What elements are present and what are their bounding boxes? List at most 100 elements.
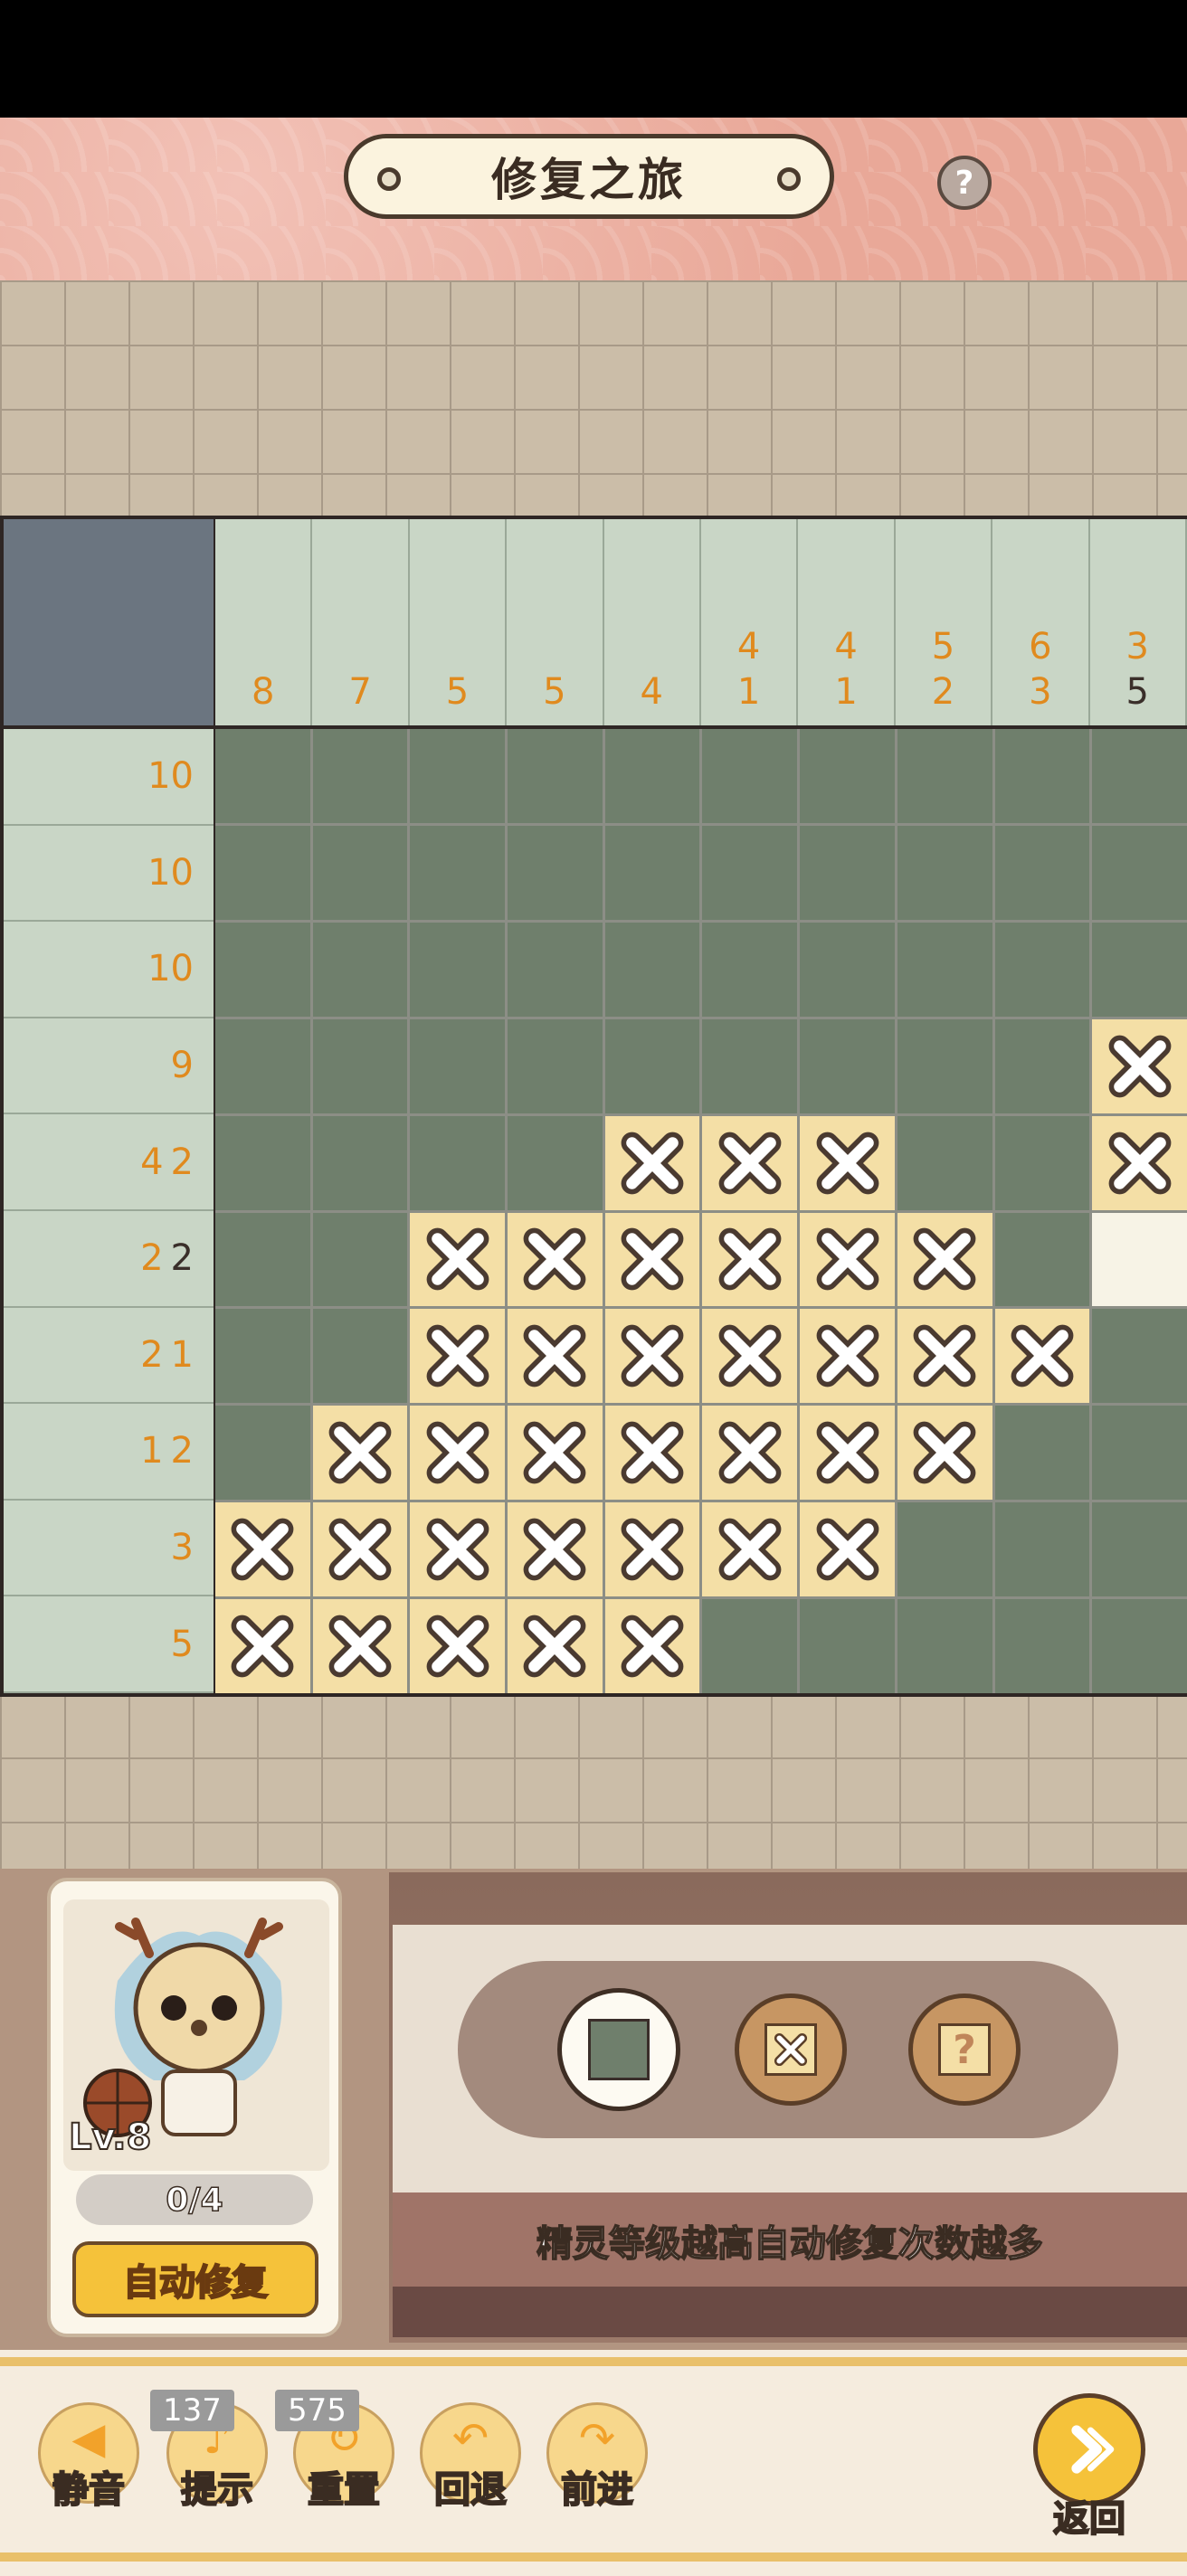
grid-cell[interactable] xyxy=(312,1502,408,1597)
grid-cell[interactable] xyxy=(312,1212,408,1307)
grid-cell[interactable] xyxy=(215,825,310,920)
grid-cell[interactable] xyxy=(702,1212,798,1307)
grid-cell[interactable] xyxy=(604,1502,700,1597)
grid-cell[interactable] xyxy=(994,1406,1090,1501)
grid-cell[interactable] xyxy=(410,1502,506,1597)
grid-cell[interactable] xyxy=(1092,825,1187,920)
grid-cell[interactable] xyxy=(897,1309,992,1404)
grid-cell[interactable] xyxy=(312,729,408,823)
grid-cell[interactable] xyxy=(215,1599,310,1693)
grid-cell[interactable] xyxy=(897,1018,992,1113)
grid-cell[interactable] xyxy=(702,1309,798,1404)
grid-cell[interactable] xyxy=(312,922,408,1017)
grid-cell[interactable] xyxy=(215,729,310,823)
grid-cell[interactable] xyxy=(215,1212,310,1307)
grid-cell[interactable] xyxy=(800,825,895,920)
grid-cell[interactable] xyxy=(312,825,408,920)
grid-cell[interactable] xyxy=(1092,729,1187,823)
grid-cell[interactable] xyxy=(702,1018,798,1113)
grid-cell[interactable] xyxy=(1092,1502,1187,1597)
grid-cell[interactable] xyxy=(508,1212,603,1307)
grid-cell[interactable] xyxy=(994,1599,1090,1693)
grid-cell[interactable] xyxy=(800,1309,895,1404)
grid-cell[interactable] xyxy=(508,1309,603,1404)
grid-cell[interactable] xyxy=(897,922,992,1017)
mute-button[interactable]: ◀ 静音 xyxy=(33,2397,145,2512)
grid-cell[interactable] xyxy=(897,729,992,823)
grid-cell[interactable] xyxy=(215,1018,310,1113)
grid-cell[interactable] xyxy=(1092,1406,1187,1501)
grid-cell[interactable] xyxy=(702,1406,798,1501)
grid-cell[interactable] xyxy=(1092,1018,1187,1113)
unknown-mode-button[interactable]: ? xyxy=(908,1994,1021,2106)
grid-cell[interactable] xyxy=(508,922,603,1017)
grid-cell[interactable] xyxy=(897,1406,992,1501)
grid-cell[interactable] xyxy=(897,1115,992,1210)
grid-cell[interactable] xyxy=(312,1018,408,1113)
grid-cell[interactable] xyxy=(604,922,700,1017)
cross-mode-button[interactable] xyxy=(735,1994,847,2106)
grid-cell[interactable] xyxy=(410,1212,506,1307)
grid-cell[interactable] xyxy=(994,1115,1090,1210)
grid-cell[interactable] xyxy=(508,1502,603,1597)
grid-cell[interactable] xyxy=(1092,1212,1187,1307)
grid-cell[interactable] xyxy=(410,1018,506,1113)
grid-cell[interactable] xyxy=(604,1599,700,1693)
grid-cell[interactable] xyxy=(604,1212,700,1307)
grid-cell[interactable] xyxy=(508,1018,603,1113)
grid-cell[interactable] xyxy=(215,922,310,1017)
grid-cell[interactable] xyxy=(312,1406,408,1501)
grid-cell[interactable] xyxy=(604,1406,700,1501)
grid-cell[interactable] xyxy=(410,1406,506,1501)
grid-cell[interactable] xyxy=(800,922,895,1017)
grid-cell[interactable] xyxy=(702,1599,798,1693)
grid-cell[interactable] xyxy=(994,1309,1090,1404)
grid-cell[interactable] xyxy=(800,729,895,823)
grid-cell[interactable] xyxy=(215,1115,310,1210)
grid-cell[interactable] xyxy=(410,1309,506,1404)
grid-cell[interactable] xyxy=(702,1115,798,1210)
grid-cell[interactable] xyxy=(312,1599,408,1693)
grid-cell[interactable] xyxy=(897,1212,992,1307)
grid-cell[interactable] xyxy=(702,922,798,1017)
grid-cell[interactable] xyxy=(604,1115,700,1210)
grid-cell[interactable] xyxy=(994,825,1090,920)
grid-cell[interactable] xyxy=(800,1406,895,1501)
grid-cell[interactable] xyxy=(800,1018,895,1113)
help-button[interactable]: ? xyxy=(937,156,992,210)
grid-cell[interactable] xyxy=(312,1115,408,1210)
grid-cell[interactable] xyxy=(604,1018,700,1113)
grid-cell[interactable] xyxy=(215,1502,310,1597)
fill-mode-button[interactable] xyxy=(557,1988,680,2111)
grid-cell[interactable] xyxy=(410,825,506,920)
grid-cell[interactable] xyxy=(410,1599,506,1693)
grid-cell[interactable] xyxy=(215,1309,310,1404)
grid-cell[interactable] xyxy=(215,1406,310,1501)
grid-cell[interactable] xyxy=(897,1599,992,1693)
grid-cell[interactable] xyxy=(994,922,1090,1017)
undo-button[interactable]: ↶ 回退 xyxy=(414,2397,527,2512)
grid-cell[interactable] xyxy=(702,729,798,823)
grid-cell[interactable] xyxy=(604,1309,700,1404)
grid-cell[interactable] xyxy=(508,825,603,920)
grid-cell[interactable] xyxy=(800,1212,895,1307)
grid-cell[interactable] xyxy=(800,1115,895,1210)
auto-repair-button[interactable]: 自动修复 xyxy=(72,2241,318,2317)
grid-cell[interactable] xyxy=(994,1212,1090,1307)
grid-cell[interactable] xyxy=(312,1309,408,1404)
grid-cell[interactable] xyxy=(1092,1309,1187,1404)
grid-cell[interactable] xyxy=(410,1115,506,1210)
grid-cell[interactable] xyxy=(508,729,603,823)
grid-cell[interactable] xyxy=(1092,1599,1187,1693)
redo-button[interactable]: ↷ 前进 xyxy=(541,2397,653,2512)
grid-cell[interactable] xyxy=(508,1115,603,1210)
grid-cell[interactable] xyxy=(702,1502,798,1597)
grid-cell[interactable] xyxy=(604,729,700,823)
grid-cell[interactable] xyxy=(897,1502,992,1597)
grid-cell[interactable] xyxy=(800,1502,895,1597)
grid-cell[interactable] xyxy=(994,729,1090,823)
grid-cell[interactable] xyxy=(410,729,506,823)
grid-cell[interactable] xyxy=(994,1018,1090,1113)
grid-cell[interactable] xyxy=(994,1502,1090,1597)
grid-cell[interactable] xyxy=(702,825,798,920)
